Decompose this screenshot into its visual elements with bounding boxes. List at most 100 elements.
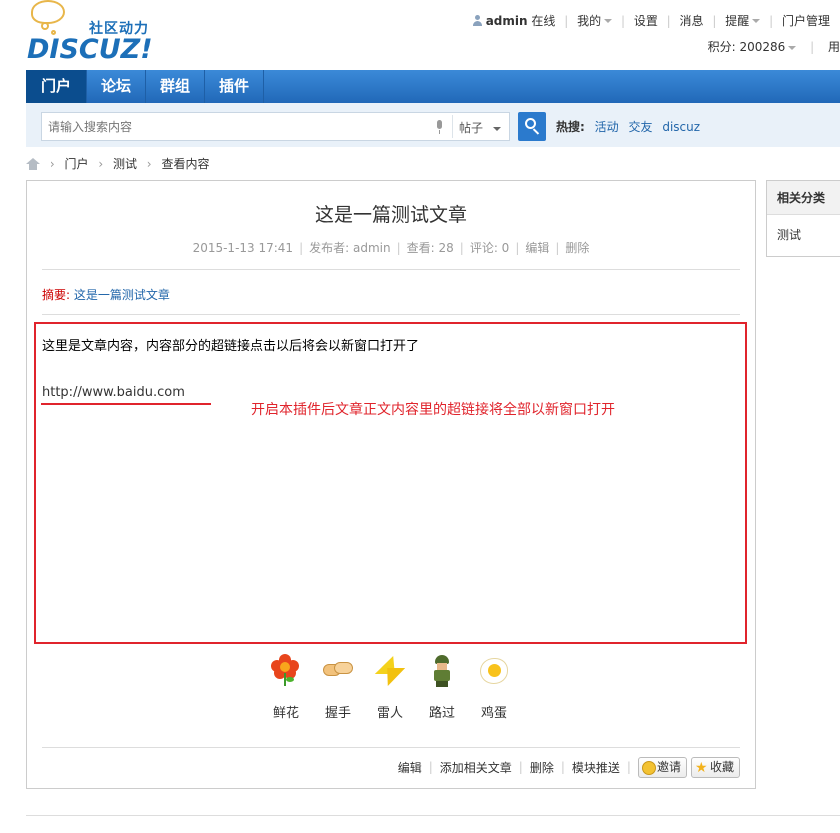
invite-label: 邀请 [656,760,681,774]
highlight-annotation-box: 这里是文章内容，内容部分的超链接点击以后将会以新窗口打开了 http://www… [34,322,747,644]
microphone-icon[interactable] [435,120,443,134]
favorite-label: 收藏 [709,760,734,774]
search-type-select[interactable]: 帖子 [459,119,502,136]
separator: | [810,40,815,54]
logo-bubble-tail-icon [41,22,49,30]
edit-button[interactable]: 编辑 [398,761,422,775]
article-comments: 评论: 0 [469,241,510,255]
breadcrumb-link[interactable]: 门户 [64,157,88,171]
site-logo[interactable]: 社区动力 DISCUZ! [27,0,167,66]
article-body-link[interactable]: http://www.baidu.com [42,385,185,400]
points-menu[interactable]: 积分: 200286 [708,40,797,54]
article-body-text: 这里是文章内容，内容部分的超链接点击以后将会以新窗口打开了 [42,339,420,354]
delete-link[interactable]: 删除 [565,241,589,255]
nav-item-portal[interactable]: 门户 [26,70,88,103]
nav-item-groups[interactable]: 群组 [146,70,206,103]
user-group-link[interactable]: 用 [828,40,840,54]
separator: | [555,241,560,255]
home-icon[interactable] [26,157,40,170]
article-date: 2015-1-13 17:41 [192,241,294,255]
my-menu[interactable]: 我的 [577,12,613,29]
breadcrumb-link[interactable]: 测试 [113,157,137,171]
article-actions: 编辑 | 添加相关文章 | 删除 | 模块推送 | 邀请 ★ 收藏 [398,757,740,778]
search-icon [525,118,536,129]
settings-link[interactable]: 设置 [634,12,658,29]
sidebar-title: 相关分类 [767,181,840,215]
chevron-right-icon: › [146,156,152,171]
related-category-panel: 相关分类 测试 [766,180,840,257]
main-nav: 门户 论坛 群组 插件 [26,70,840,103]
reaction-passby[interactable]: 路过 [416,654,468,721]
soldier-icon [425,654,459,688]
delete-button[interactable]: 删除 [530,761,554,775]
search-icon-handle [532,128,540,135]
separator: | [666,13,671,28]
chevron-right-icon: › [98,156,104,171]
reactions: 鲜花 握手 雷人 路过 鸡蛋 [260,654,560,724]
flower-icon [269,654,303,688]
separator: | [459,241,464,255]
reminders-label: 提醒 [725,14,750,28]
search-type-label: 帖子 [459,121,484,135]
chevron-right-icon: › [49,156,55,171]
hot-search-link[interactable]: 活动 [595,120,619,134]
reaction-handshake[interactable]: 握手 [312,654,364,721]
star-icon: ★ [694,759,708,776]
edit-link[interactable]: 编辑 [525,241,549,255]
separator: | [560,760,565,774]
my-menu-label: 我的 [577,14,602,28]
user-nav: admin 在线 | 我的 | 设置 | 消息 | 提醒 | 门户管理 [472,12,830,29]
search-button[interactable] [518,112,546,141]
separator: | [620,13,625,28]
search-box: 帖子 [41,112,510,141]
chevron-down-icon [752,18,761,23]
nav-item-plugins[interactable]: 插件 [205,70,265,103]
annotation-note: 开启本插件后文章正文内容里的超链接将全部以新窗口打开 [251,402,615,418]
footer-divider [26,815,840,816]
article-meta: 2015-1-13 17:41 | 发布者: admin | 查看: 28 | 评论: 0 |… [27,239,755,256]
reminders-menu[interactable]: 提醒 [725,12,761,29]
chevron-down-icon [788,45,797,50]
divider [42,747,740,748]
push-button[interactable]: 模块推送 [572,761,620,775]
messages-link[interactable]: 消息 [680,12,704,29]
nav-item-forum[interactable]: 论坛 [87,70,147,103]
sidebar-item-test[interactable]: 测试 [767,215,840,255]
article-views: 查看: 28 [406,241,454,255]
lightning-icon [373,654,407,688]
article-author: 发布者: admin [309,241,391,255]
invite-icon [641,760,656,775]
add-related-button[interactable]: 添加相关文章 [440,761,512,775]
summary-text: 这是一篇测试文章 [73,288,170,302]
separator: | [712,13,717,28]
divider [42,314,740,315]
reaction-lightning[interactable]: 雷人 [364,654,416,721]
username-link[interactable]: admin [486,14,528,28]
hot-search-link[interactable]: 交友 [628,120,652,134]
separator: | [299,241,304,255]
hot-search-label: 热搜: [556,120,585,134]
chevron-down-icon [604,18,613,23]
divider [452,115,453,138]
reaction-label: 鸡蛋 [480,706,507,721]
separator: | [769,13,774,28]
search-input[interactable] [48,117,428,137]
portal-admin-link[interactable]: 门户管理 [782,12,830,29]
reaction-egg[interactable]: 鸡蛋 [468,654,520,721]
reaction-flower[interactable]: 鲜花 [260,654,312,721]
reaction-label: 鲜花 [272,706,299,721]
favorite-button[interactable]: ★ 收藏 [690,757,740,778]
breadcrumb-current: 查看内容 [161,157,210,171]
separator: | [515,241,520,255]
hot-search-link[interactable]: discuz [662,120,700,134]
invite-button[interactable]: 邀请 [637,757,687,778]
header: 社区动力 DISCUZ! admin 在线 | 我的 | 设置 | 消息 | 提… [0,0,840,70]
user-icon [472,15,483,26]
online-status: 在线 [531,14,556,28]
summary-label: 摘要: [42,288,71,302]
reaction-label: 路过 [428,706,455,721]
handshake-icon [321,654,355,688]
separator: | [518,760,523,774]
chevron-down-icon [493,126,502,131]
reaction-label: 握手 [324,706,351,721]
